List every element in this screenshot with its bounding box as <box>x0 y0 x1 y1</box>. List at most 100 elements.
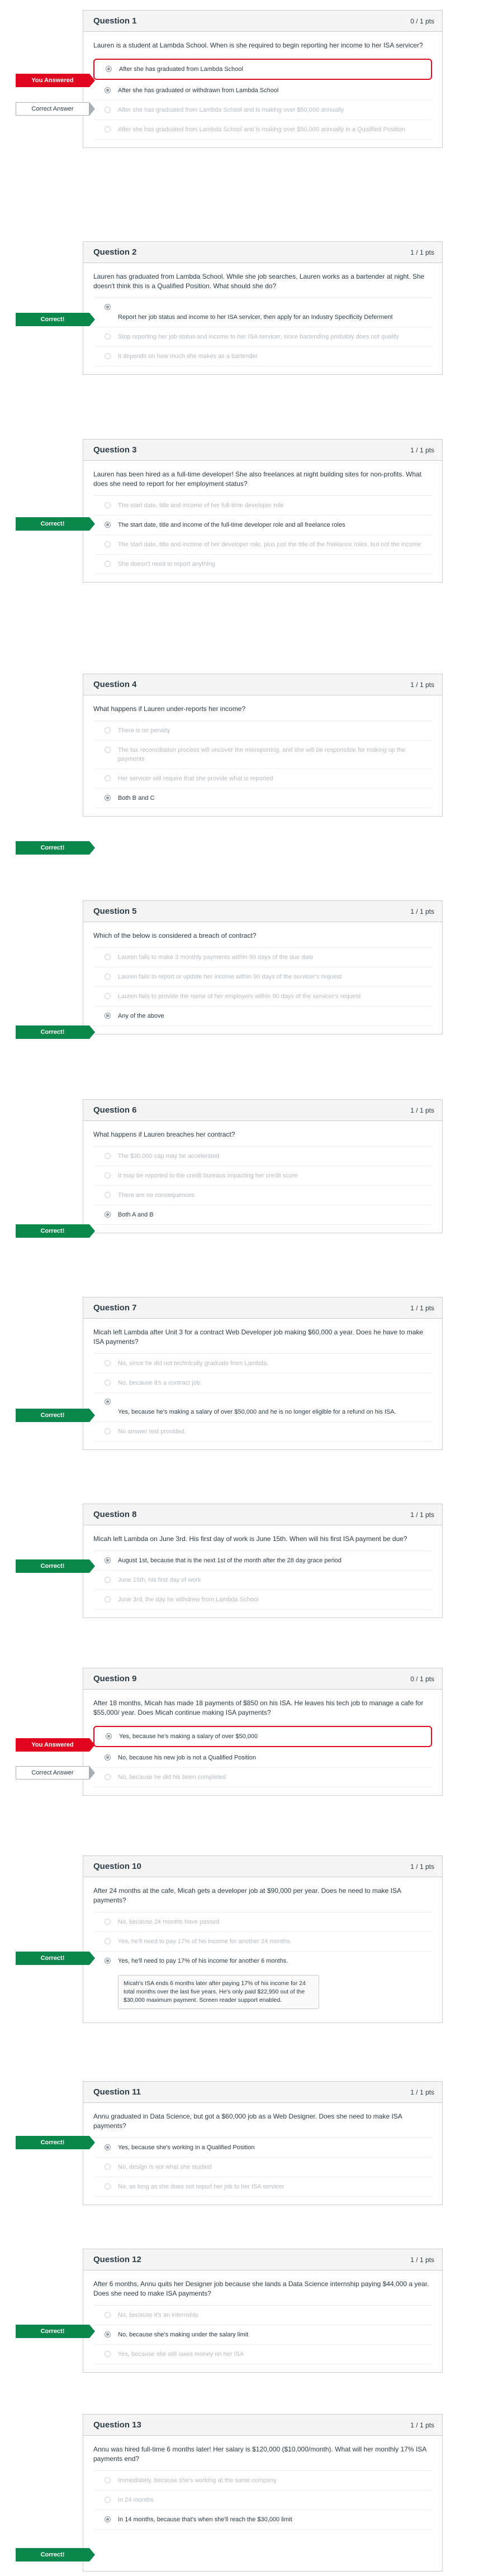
answer-option[interactable]: There is no penalty <box>93 721 432 741</box>
answer-text: The start date, title and income of her … <box>118 502 284 509</box>
radio-button[interactable] <box>105 107 111 113</box>
answer-option[interactable]: It may be reported to the credit bureaus… <box>93 1166 432 1186</box>
answer-list: No, because 24 months have passed Yes, h… <box>93 1912 432 2009</box>
radio-button[interactable] <box>105 353 111 359</box>
answer-option[interactable]: Report her job status and income to her … <box>93 298 432 327</box>
radio-button[interactable] <box>105 2331 111 2338</box>
answer-text: Lauren fails to provide the name of her … <box>118 993 361 1000</box>
answer-option[interactable]: No, since he did not technically graduat… <box>93 1354 432 1373</box>
answer-option[interactable]: Yes, he'll need to pay 17% of his income… <box>93 1952 432 1971</box>
answer-option[interactable]: August 1st, because that is the next 1st… <box>93 1551 432 1571</box>
answer-option[interactable]: After she has graduated or withdrawn fro… <box>93 81 432 101</box>
answer-option[interactable]: After she has graduated from Lambda Scho… <box>93 59 432 80</box>
radio-button[interactable] <box>105 775 111 781</box>
answer-option[interactable]: Stop reporting her job status and income… <box>93 327 432 347</box>
radio-button[interactable] <box>105 541 111 547</box>
radio-button[interactable] <box>105 1577 111 1583</box>
radio-button[interactable] <box>105 126 111 132</box>
radio-button[interactable] <box>105 1774 111 1780</box>
radio-button[interactable] <box>105 1754 111 1761</box>
radio-button[interactable] <box>105 974 111 980</box>
radio-button[interactable] <box>105 561 111 567</box>
answer-option[interactable]: After she has graduated from Lambda Scho… <box>93 120 432 140</box>
radio-button[interactable] <box>105 1153 111 1159</box>
radio-button[interactable] <box>105 2164 111 2170</box>
radio-button[interactable] <box>105 2477 111 2483</box>
answer-option[interactable]: It depends on how much she makes as a ba… <box>93 347 432 366</box>
radio-button[interactable] <box>105 1380 111 1386</box>
radio-button[interactable] <box>105 1596 111 1602</box>
answer-text: Her servicer will require that she provi… <box>118 775 273 782</box>
radio-button[interactable] <box>105 1428 111 1434</box>
answer-option[interactable]: No, design is not what she studied <box>93 2158 432 2177</box>
radio-button[interactable] <box>106 1733 112 1739</box>
radio-button[interactable] <box>105 2312 111 2318</box>
radio-button[interactable] <box>106 66 112 72</box>
question-points: 1 / 1 pts <box>410 248 434 256</box>
radio-button[interactable] <box>105 1211 111 1218</box>
answer-option[interactable]: Yes, because he's making a salary of ove… <box>93 1393 432 1422</box>
radio-button[interactable] <box>105 727 111 733</box>
radio-button[interactable] <box>105 502 111 508</box>
answer-option[interactable]: She doesn't need to report anything <box>93 555 432 574</box>
answer-text: After she has graduated from Lambda Scho… <box>118 126 405 133</box>
radio-button[interactable] <box>105 1399 111 1405</box>
radio-button[interactable] <box>105 2183 111 2189</box>
answer-option[interactable]: No, because 24 months have passed <box>93 1912 432 1932</box>
answer-option[interactable]: No answer text provided. <box>93 1422 432 1442</box>
answer-option[interactable]: Both A and B <box>93 1205 432 1225</box>
answer-option[interactable]: Any of the above <box>93 1006 432 1026</box>
radio-button[interactable] <box>105 795 111 801</box>
radio-button[interactable] <box>105 2144 111 2150</box>
answer-option[interactable]: There are no consequences <box>93 1186 432 1205</box>
answer-option[interactable]: No, because it's an internship <box>93 2306 432 2325</box>
radio-button[interactable] <box>105 1172 111 1179</box>
answer-option[interactable]: Yes, because she still owes money on her… <box>93 2345 432 2364</box>
radio-button[interactable] <box>105 2516 111 2522</box>
answer-option[interactable]: The start date, title and income of her … <box>93 535 432 555</box>
answer-option[interactable]: After she has graduated from Lambda Scho… <box>93 101 432 120</box>
answer-option[interactable]: No, as long as she does not report her j… <box>93 2177 432 2197</box>
radio-button[interactable] <box>105 1360 111 1366</box>
radio-button[interactable] <box>105 333 111 340</box>
answer-option[interactable]: Lauren fails to provide the name of her … <box>93 987 432 1006</box>
radio-button[interactable] <box>105 304 111 310</box>
answer-option[interactable]: June 3rd, the day he withdrew from Lambd… <box>93 1590 432 1610</box>
radio-button[interactable] <box>105 1192 111 1198</box>
radio-button[interactable] <box>105 954 111 960</box>
radio-button[interactable] <box>105 1958 111 1964</box>
answer-option[interactable]: The $30,000 cap may be accelerated <box>93 1147 432 1166</box>
radio-button[interactable] <box>105 1557 111 1563</box>
answer-option[interactable]: Both B and C <box>93 789 432 808</box>
answer-option[interactable]: No, because it's a contract job. <box>93 1373 432 1393</box>
answer-text: She doesn't need to report anything <box>118 561 215 567</box>
radio-button[interactable] <box>105 87 111 93</box>
flag-label: Correct! <box>40 2551 65 2558</box>
answer-option[interactable]: No, because he did his been completed <box>93 1768 432 1787</box>
radio-button[interactable] <box>105 2497 111 2503</box>
radio-button[interactable] <box>105 2351 111 2357</box>
answer-text: No, because she's making under the salar… <box>118 2331 249 2338</box>
answer-option[interactable]: No, because his new job is not a Qualifi… <box>93 1748 432 1768</box>
answer-option[interactable]: The tax reconciliation process will unco… <box>93 741 432 769</box>
radio-button[interactable] <box>105 993 111 999</box>
answer-option[interactable]: No, because she's making under the salar… <box>93 2325 432 2345</box>
answer-option[interactable]: Yes, he'll need to pay 17% of his income… <box>93 1932 432 1952</box>
answer-option[interactable]: Immediately, because she's working at th… <box>93 2471 432 2491</box>
answer-option[interactable]: The start date, title and income of the … <box>93 516 432 535</box>
radio-button[interactable] <box>105 1013 111 1019</box>
answer-option[interactable]: Her servicer will require that she provi… <box>93 769 432 789</box>
radio-button[interactable] <box>105 522 111 528</box>
radio-button[interactable] <box>105 1919 111 1925</box>
answer-option[interactable]: Lauren fails to report or update her inc… <box>93 967 432 987</box>
answer-option[interactable]: Yes, because she's working in a Qualifie… <box>93 2138 432 2158</box>
answer-option[interactable]: Lauren fails to make 3 monthly payments … <box>93 948 432 967</box>
answer-option[interactable]: In 24 months <box>93 2491 432 2510</box>
radio-button[interactable] <box>105 1938 111 1944</box>
answer-option[interactable]: The start date, title and income of her … <box>93 496 432 516</box>
radio-button[interactable] <box>105 747 111 753</box>
answer-option[interactable]: June 15th, his first day of work <box>93 1571 432 1590</box>
answer-option[interactable]: In 14 months, because that's when she'll… <box>93 2510 432 2530</box>
question-header: Question 3 1 / 1 pts <box>83 440 442 461</box>
answer-option[interactable]: Yes, because he's making a salary of ove… <box>93 1726 432 1747</box>
